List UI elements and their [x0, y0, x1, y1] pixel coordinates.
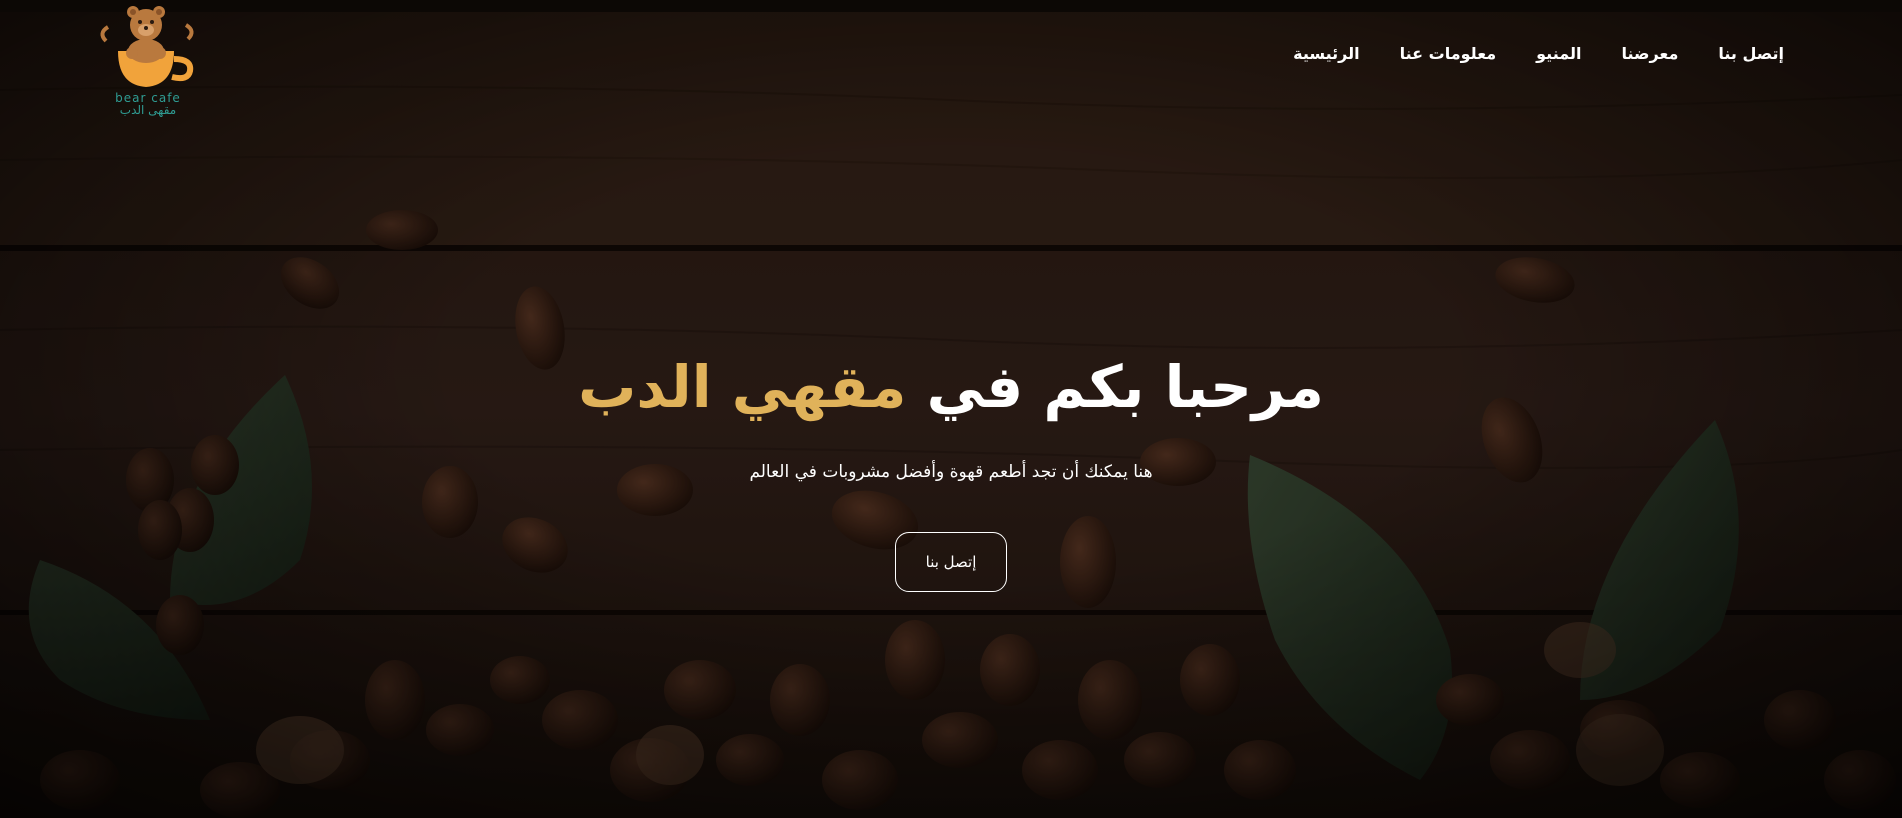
nav-menu[interactable]: المنيو	[1536, 42, 1581, 66]
nav-about[interactable]: معلومات عنا	[1400, 42, 1497, 66]
hero-section: bear cafe مقهى الدب إتصل بنا معرضنا المن…	[0, 0, 1902, 818]
contact-us-button[interactable]: إتصل بنا	[895, 532, 1007, 592]
brand-logo[interactable]: bear cafe مقهى الدب	[96, 3, 208, 121]
logo-text-ar: مقهى الدب	[119, 103, 177, 117]
hero-title: مرحبا بكم في مقهي الدب	[0, 352, 1902, 422]
top-shadow-bar	[0, 0, 1902, 12]
nav-contact[interactable]: إتصل بنا	[1718, 42, 1784, 66]
hero-title-start: مرحبا بكم في	[906, 353, 1324, 421]
nav-gallery[interactable]: معرضنا	[1621, 42, 1678, 66]
main-nav: إتصل بنا معرضنا المنيو معلومات عنا الرئي…	[1293, 42, 1784, 66]
nav-home[interactable]: الرئيسية	[1293, 42, 1360, 66]
hero-subtitle: هنا يمكنك أن تجد أطعم قهوة وأفضل مشروبات…	[749, 462, 1153, 482]
bear-cup-icon	[100, 6, 194, 87]
hero-title-accent: مقهي الدب	[578, 353, 907, 421]
